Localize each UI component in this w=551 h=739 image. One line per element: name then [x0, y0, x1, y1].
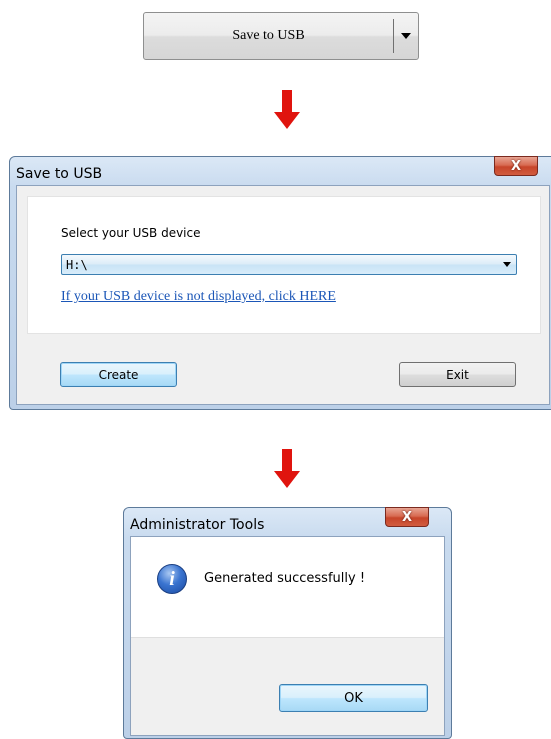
save-to-usb-split-button[interactable]: Save to USB — [143, 12, 419, 60]
close-icon: X — [510, 158, 522, 174]
administrator-tools-dialog: Administrator Tools X i Generated succes… — [123, 507, 452, 739]
red-down-arrow-icon — [274, 449, 300, 489]
close-button[interactable]: X — [494, 156, 538, 176]
info-glyph: i — [169, 567, 175, 590]
device-not-displayed-link[interactable]: If your USB device is not displayed, cli… — [61, 289, 336, 305]
chevron-down-icon — [401, 33, 411, 39]
ok-button[interactable]: OK — [279, 684, 428, 712]
exit-button[interactable]: Exit — [399, 362, 516, 387]
create-button[interactable]: Create — [60, 362, 177, 387]
device-panel: Select your USB device H:\ If your USB d… — [27, 196, 541, 334]
usb-device-select[interactable]: H:\ — [61, 254, 517, 275]
red-down-arrow-icon — [274, 90, 300, 130]
dialog-client-area: Select your USB device H:\ If your USB d… — [16, 185, 550, 405]
info-icon: i — [157, 564, 187, 594]
device-label: Select your USB device — [61, 226, 201, 240]
usb-device-value: H:\ — [66, 257, 88, 272]
success-message: Generated successfully ! — [204, 571, 366, 586]
close-button[interactable]: X — [385, 507, 429, 527]
save-to-usb-button-label[interactable]: Save to USB — [144, 13, 393, 59]
dropdown-toggle[interactable] — [394, 13, 418, 59]
chevron-down-icon — [503, 262, 511, 267]
close-icon: X — [401, 509, 413, 525]
select-arrow[interactable] — [498, 262, 516, 267]
save-to-usb-dialog: Save to USB X Select your USB device H:\… — [9, 156, 551, 410]
